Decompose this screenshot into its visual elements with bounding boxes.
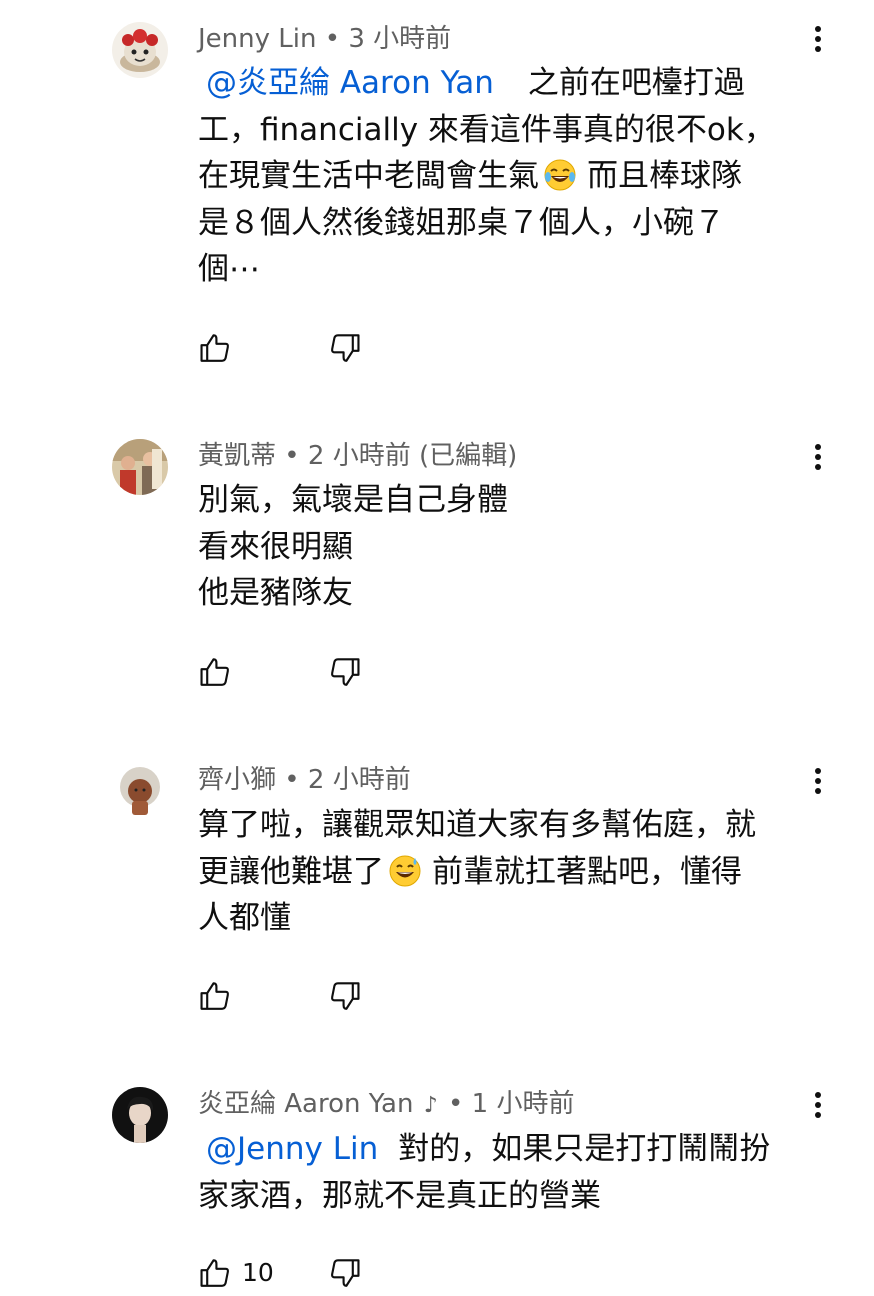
comment-line: 人都懂 [198,900,291,936]
dislike-button[interactable] [328,979,362,1013]
thumbs-down-icon [331,982,360,1010]
comment-time: • 1 小時前 [448,1089,575,1119]
comment-line: @Jenny Lin 對的，如果只是打打鬧鬧扮 [206,1131,771,1167]
mention-link[interactable]: @炎亞綸 Aaron Yan [206,65,494,101]
author-avatar[interactable] [112,439,168,495]
more-options-icon[interactable] [806,440,830,480]
grinning-sweat-emoji-icon [388,854,422,888]
comment-line: 工，financially 來看這件事真的很不ok， [198,111,775,148]
thumbs-up-icon [200,334,229,362]
lion-avatar-icon [112,763,168,819]
dislike-button[interactable] [328,331,362,365]
like-button[interactable] [198,979,232,1013]
thumbs-down-icon [331,334,360,362]
comment-time: • 3 小時前 [324,24,452,54]
mention-link[interactable]: @Jenny Lin [206,1131,378,1167]
comment-line: @炎亞綸 Aaron Yan 之前在吧檯打過 [206,65,745,101]
comment-line: 更讓他難堪了 前輩就扛著點吧，懂得 [198,853,742,890]
thumbs-up-icon [200,1259,229,1287]
comment-text: @Jenny Lin 對的，如果只是打打鬧鬧扮 家家酒，那就不是真正的營業 [198,1126,798,1219]
author-avatar[interactable] [112,763,168,819]
author-name[interactable]: Jenny Lin [198,24,316,54]
comment-line: 個⋯ [198,251,260,287]
like-button[interactable] [198,331,232,365]
tears-of-joy-emoji-icon [543,158,577,192]
comment-text: 算了啦，讓觀眾知道大家有多幫佑庭，就 更讓他難堪了 前輩就扛著點吧，懂得 人都懂 [198,802,798,942]
portrait-avatar-icon [112,1087,168,1143]
thumbs-up-icon [200,658,229,686]
author-avatar[interactable] [112,1087,168,1143]
more-options-icon[interactable] [806,22,830,62]
thumbs-down-icon [331,1259,360,1287]
author-name[interactable]: 黃凱蒂 [198,441,276,471]
comment-text: @炎亞綸 Aaron Yan 之前在吧檯打過 工，financially 來看這件… [198,60,798,293]
comment-time: • 2 小時前 (已編輯) [284,441,518,471]
author-avatar[interactable] [112,22,168,78]
music-note-icon: ♪ [423,1093,438,1118]
comment-meta: Jenny Lin • 3 小時前 [198,22,451,56]
comment-time: • 2 小時前 [284,765,411,795]
comment-meta: 黃凱蒂 • 2 小時前 (已編輯) [198,439,517,473]
more-options-icon[interactable] [806,1088,830,1128]
comment-line: 是８個人然後錢姐那桌７個人，小碗７ [198,204,725,241]
dislike-button[interactable] [328,655,362,689]
cake-avatar-icon [112,22,168,78]
comment-line: 看來很明顯 [198,528,353,565]
dislike-button[interactable] [328,1256,362,1290]
comment-meta: 齊小獅 • 2 小時前 [198,763,411,797]
comment-line: 家家酒，那就不是真正的營業 [198,1177,601,1214]
like-button[interactable] [198,655,232,689]
like-button[interactable] [198,1256,232,1290]
author-name[interactable]: 齊小獅 [198,765,276,795]
comment-meta: 炎亞綸 Aaron Yan ♪ • 1 小時前 [198,1087,574,1123]
more-options-icon[interactable] [806,764,830,804]
comment-text: 別氣，氣壞是自己身體 看來很明顯 他是豬隊友 [198,477,798,617]
group-photo-avatar-icon [112,439,168,495]
thumbs-up-icon [200,982,229,1010]
author-name[interactable]: 炎亞綸 Aaron Yan [198,1089,413,1119]
comment-line: 別氣，氣壞是自己身體 [198,482,508,518]
comment-line: 他是豬隊友 [198,575,353,611]
like-count: 10 [242,1258,274,1287]
comment-line: 在現實生活中老闆會生氣 而且棒球隊 [198,158,742,194]
thumbs-down-icon [331,658,360,686]
comment-line: 算了啦，讓觀眾知道大家有多幫佑庭，就 [198,807,756,843]
